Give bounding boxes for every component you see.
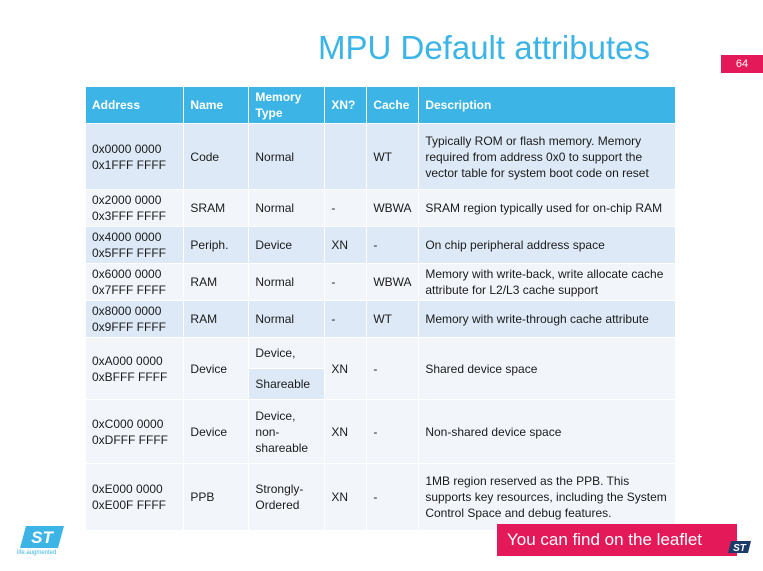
memory-type-cell: Normal	[248, 189, 326, 227]
address-cell: 0x6000 0000 0x7FFF FFFF	[86, 263, 185, 301]
address-start: 0x6000 0000	[92, 267, 162, 281]
memory-type-line2: non-shareable	[255, 424, 309, 455]
address-start: 0xE000 0000	[92, 481, 163, 496]
address-cell: 0xE000 0000 0xE00F FFFF	[86, 463, 185, 530]
address-cell: 0xC000 0000 0xDFFF FFFF	[86, 399, 185, 464]
header-name: Name	[183, 87, 250, 124]
memory-type-cell: Device	[248, 226, 326, 264]
memory-type-cell-continued: Shareable	[248, 368, 326, 400]
leaflet-banner: You can find on the leaflet	[497, 524, 737, 556]
cache-cell: WBWA	[366, 189, 420, 227]
description-cell: Memory with write-through cache attribut…	[418, 300, 676, 338]
cache-cell: WBWA	[366, 263, 420, 301]
name-cell: Device	[183, 399, 250, 464]
st-mini-logo-icon: ST	[728, 540, 752, 559]
xn-cell: -	[324, 189, 368, 227]
address-cell: 0x2000 0000 0x3FFF FFFF	[86, 189, 185, 227]
address-end: 0x7FFF FFFF	[92, 283, 166, 297]
cache-cell: -	[366, 463, 420, 530]
address-start: 0x4000 0000	[92, 230, 162, 244]
memory-type-line1: Device,	[255, 408, 296, 423]
description-cell: 1MB region reserved as the PPB. This sup…	[418, 463, 676, 530]
name-cell: PPB	[183, 463, 250, 530]
address-end: 0x5FFF FFFF	[92, 246, 166, 260]
memory-type-cell: Normal	[248, 123, 326, 190]
xn-cell: -	[324, 300, 368, 338]
name-cell: Device	[183, 337, 250, 400]
name-cell: Code	[183, 123, 250, 190]
address-end: 0x3FFF FFFF	[92, 209, 166, 223]
table-header-row: Address Name Memory Type XN? Cache Descr…	[86, 87, 676, 124]
name-cell: Periph.	[183, 226, 250, 264]
page-number: 64	[721, 55, 763, 73]
svg-text:ST: ST	[31, 528, 54, 547]
header-xn: XN?	[324, 87, 368, 124]
description-cell: On chip peripheral address space	[418, 226, 676, 264]
address-cell: 0x0000 0000 0x1FFF FFFF	[86, 123, 185, 190]
cache-cell: -	[366, 337, 420, 400]
address-start: 0x8000 0000	[92, 304, 162, 318]
xn-cell: XN	[324, 226, 368, 264]
table-row: 0x8000 0000 0x9FFF FFFF RAM Normal - WT …	[86, 300, 676, 338]
cache-cell: WT	[366, 123, 420, 190]
address-end: 0xE00F FFFF	[92, 497, 167, 512]
address-cell: 0x4000 0000 0x5FFF FFFF	[86, 226, 185, 264]
address-start: 0xC000 0000	[92, 416, 164, 431]
description-cell: Shared device space	[418, 337, 676, 400]
description-cell: SRAM region typically used for on-chip R…	[418, 189, 676, 227]
slide-title: MPU Default attributes	[318, 29, 650, 66]
name-cell: RAM	[183, 263, 250, 301]
header-address: Address	[86, 87, 185, 124]
xn-cell	[324, 123, 368, 190]
cache-cell: -	[366, 226, 420, 264]
address-end: 0x9FFF FFFF	[92, 320, 166, 334]
description-cell: Typically ROM or flash memory. Memory re…	[418, 123, 676, 190]
memory-type-cell: Device, non-shareable	[248, 399, 326, 464]
table-row: 0xC000 0000 0xDFFF FFFF Device Device, n…	[86, 399, 676, 464]
name-cell: SRAM	[183, 189, 250, 227]
description-cell: Memory with write-back, write allocate c…	[418, 263, 676, 301]
cache-cell: -	[366, 399, 420, 464]
address-cell: 0xA000 0000 0xBFFF FFFF	[86, 337, 185, 400]
description-cell: Non-shared device space	[418, 399, 676, 464]
address-start: 0x2000 0000	[92, 193, 162, 207]
header-description: Description	[418, 87, 676, 124]
memory-type-cell: Normal	[248, 300, 326, 338]
name-cell: RAM	[183, 300, 250, 338]
cache-cell: WT	[366, 300, 420, 338]
address-start: 0xA000 0000	[92, 353, 163, 368]
table-row: 0x0000 0000 0x1FFF FFFF Code Normal WT T…	[86, 123, 676, 190]
table-row: 0xA000 0000 0xBFFF FFFF Device Device, X…	[86, 337, 676, 400]
table-row: 0x2000 0000 0x3FFF FFFF SRAM Normal - WB…	[86, 189, 676, 227]
xn-cell: -	[324, 263, 368, 301]
table-row: 0xE000 0000 0xE00F FFFF PPB Strongly-Ord…	[86, 463, 676, 530]
address-cell: 0x8000 0000 0x9FFF FFFF	[86, 300, 185, 338]
address-end: 0x1FFF FFFF	[92, 157, 166, 172]
address-end: 0xDFFF FFFF	[92, 432, 168, 447]
svg-text:ST: ST	[733, 543, 747, 554]
xn-cell: XN	[324, 463, 368, 530]
memory-type-cell: Device,	[248, 337, 326, 369]
header-memory-type: Memory Type	[248, 87, 326, 124]
address-start: 0x0000 0000	[92, 141, 162, 156]
address-end: 0xBFFF FFFF	[92, 369, 168, 384]
xn-cell: XN	[324, 399, 368, 464]
xn-cell: XN	[324, 337, 368, 400]
table-row: 0x4000 0000 0x5FFF FFFF Periph. Device X…	[86, 226, 676, 264]
slide: MPU Default attributes 64 Address Name M…	[0, 0, 763, 571]
header-cache: Cache	[366, 87, 420, 124]
table-row: 0x6000 0000 0x7FFF FFFF RAM Normal - WBW…	[86, 263, 676, 301]
mpu-attributes-table: Address Name Memory Type XN? Cache Descr…	[86, 87, 676, 530]
logo-tagline: life.augmented	[17, 550, 57, 556]
memory-type-cell: Normal	[248, 263, 326, 301]
memory-type-cell: Strongly-Ordered	[248, 463, 326, 530]
